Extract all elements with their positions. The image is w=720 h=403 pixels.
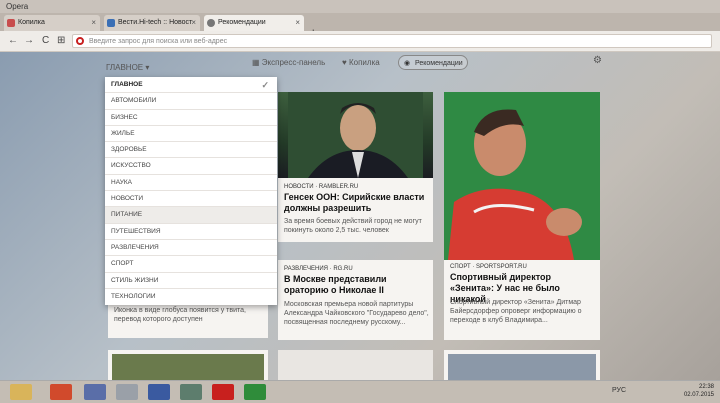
network-icon[interactable]	[148, 384, 170, 400]
grid-icon[interactable]: ⊞	[57, 35, 65, 46]
category-label: НАУКА	[111, 178, 132, 186]
chrome-icon[interactable]	[50, 384, 72, 400]
category-item-lifestyle[interactable]: СТИЛЬ ЖИЗНИ	[105, 273, 277, 289]
category-item-business[interactable]: БИЗНЕС	[105, 110, 277, 126]
eye-icon: ◉	[404, 60, 411, 67]
card-text: Московская премьера новой партитуры Алек…	[284, 301, 429, 326]
news-card-zenit[interactable]: СПОРТ · SPORTSPORT.RU Спортивный директо…	[444, 92, 600, 340]
category-label: РАЗВЛЕЧЕНИЯ	[111, 243, 159, 251]
category-item-auto[interactable]: АВТОМОБИЛИ	[105, 93, 277, 110]
category-label: ИСКУССТВО	[111, 162, 151, 170]
recommendations-button[interactable]: ◉ Рекомендации	[398, 55, 468, 70]
forward-button[interactable]: →	[24, 35, 34, 46]
opera-icon	[76, 37, 84, 45]
news-photo	[448, 354, 596, 380]
category-label: СТИЛЬ ЖИЗНИ	[111, 276, 159, 284]
category-item-entertainment[interactable]: РАЗВЛЕЧЕНИЯ	[105, 240, 277, 257]
opera-taskbar-icon[interactable]	[212, 384, 234, 400]
close-icon[interactable]: ×	[295, 15, 300, 31]
card-text: Спортивный директор «Зенита» Дитмар Байе…	[450, 299, 582, 324]
clock-date: 02.07.2015	[683, 392, 714, 398]
taskbar: РУС 22:38 02.07.2015	[0, 380, 720, 403]
card-meta: НОВОСТИ · RAMBLER.RU	[284, 184, 359, 190]
tab-label: Рекомендации	[218, 19, 266, 26]
category-item-science[interactable]: НАУКА	[105, 175, 277, 192]
card-text: За время боевых действий город не могут …	[284, 218, 422, 234]
mail-icon[interactable]	[84, 384, 106, 400]
news-photo	[444, 92, 600, 260]
card-title: В Москве представили ораторию о Николае …	[284, 274, 387, 295]
category-label: ЗДОРОВЬЕ	[111, 146, 147, 154]
clock[interactable]: 22:38 02.07.2015	[684, 383, 714, 399]
express-label: Экспресс-панель	[261, 58, 326, 67]
category-item-main[interactable]: ГЛАВНОЕ ✓	[105, 77, 277, 94]
checkmark-icon: ✓	[261, 80, 269, 90]
tab-bar: Копилка × Вести.Hi-tech :: Новост × Реко…	[0, 13, 720, 39]
category-label: АВТОМОБИЛИ	[111, 97, 157, 105]
back-button[interactable]: ←	[8, 35, 18, 46]
vesti-tab-icon	[107, 19, 115, 27]
man-in-suit-image	[288, 92, 423, 178]
category-label: БИЗНЕС	[111, 113, 138, 121]
category-item-travel[interactable]: ПУТЕШЕСТВИЯ	[105, 224, 277, 240]
calendar-icon[interactable]	[244, 384, 266, 400]
close-icon[interactable]: ×	[91, 15, 96, 31]
grid-icon: ▦	[252, 58, 262, 67]
piggy-link[interactable]: ♥ Копилка	[342, 58, 380, 67]
tab-piggy[interactable]: Копилка ×	[4, 15, 100, 31]
news-card-bottom-3[interactable]	[444, 350, 600, 380]
news-photo	[278, 92, 433, 178]
category-item-housing[interactable]: ЖИЛЬЕ	[105, 126, 277, 143]
news-card-bottom-2[interactable]	[278, 350, 433, 380]
close-icon[interactable]: ×	[191, 15, 196, 31]
category-item-news[interactable]: НОВОСТИ	[105, 191, 277, 208]
category-label: СПОРТ	[111, 260, 134, 268]
news-card-bottom-1[interactable]	[108, 350, 268, 380]
eye-tab-icon	[207, 19, 215, 27]
category-label: НОВОСТИ	[111, 195, 144, 203]
piggy-tab-icon	[7, 19, 15, 27]
window-title: Opera	[0, 0, 720, 13]
tab-vesti[interactable]: Вести.Hi-tech :: Новост ×	[104, 15, 200, 31]
piggy-label: Копилка	[348, 58, 380, 67]
url-placeholder: Введите запрос для поиска или веб-адрес	[89, 38, 228, 45]
news-card-un[interactable]: НОВОСТИ · RAMBLER.RU Генсек ООН: Сирийск…	[278, 92, 433, 242]
footballer-image	[444, 92, 600, 260]
document-icon[interactable]	[116, 384, 138, 400]
tab-label: Вести.Hi-tech :: Новост	[118, 19, 193, 26]
category-item-tech[interactable]: ТЕХНОЛОГИИ	[105, 289, 277, 305]
news-card-moscow[interactable]: РАЗВЛЕЧЕНИЯ · RG.RU В Москве представили…	[278, 260, 433, 340]
heart-icon: ♥	[342, 58, 349, 67]
category-item-art[interactable]: ИСКУССТВО	[105, 158, 277, 175]
news-photo	[278, 350, 433, 380]
card-meta: СПОРТ · SPORTSPORT.RU	[450, 264, 527, 270]
tab-recommendations[interactable]: Рекомендации ×	[204, 15, 304, 31]
folder-icon[interactable]	[10, 384, 32, 400]
category-label: ПУТЕШЕСТВИЯ	[111, 227, 161, 235]
clock-time: 22:38	[698, 384, 714, 390]
category-item-food[interactable]: ПИТАНИЕ	[105, 207, 277, 224]
category-label: ЖИЛЬЕ	[111, 129, 135, 137]
app-icon[interactable]	[180, 384, 202, 400]
card-text: Иконка в виде глобуса появится у твита, …	[114, 307, 246, 323]
category-label: ТЕХНОЛОГИИ	[111, 292, 156, 300]
news-photo	[112, 354, 264, 380]
category-dropdown: ГЛАВНОЕ ✓ АВТОМОБИЛИ БИЗНЕС ЖИЛЬЕ ЗДОРОВЬ…	[105, 77, 277, 305]
recommendations-label: Рекомендации	[415, 60, 463, 67]
language-indicator[interactable]: РУС	[612, 387, 626, 394]
tab-label: Копилка	[18, 19, 45, 26]
reload-button[interactable]: C	[42, 35, 49, 46]
category-item-health[interactable]: ЗДОРОВЬЕ	[105, 142, 277, 159]
address-bar: ← → C ⊞ Введите запрос для поиска или ве…	[0, 31, 720, 52]
gear-icon[interactable]: ⚙	[593, 55, 602, 66]
category-selector[interactable]: ГЛАВНОЕ ▾	[106, 63, 149, 72]
category-label: ПИТАНИЕ	[111, 211, 143, 219]
url-input[interactable]: Введите запрос для поиска или веб-адрес	[72, 34, 712, 48]
category-label: ГЛАВНОЕ	[111, 81, 143, 88]
card-title: Генсек ООН: Сирийские власти должны разр…	[284, 192, 425, 213]
card-meta: РАЗВЛЕЧЕНИЯ · RG.RU	[284, 266, 353, 272]
express-panel-link[interactable]: ▦ Экспресс-панель	[252, 58, 325, 67]
category-item-sport[interactable]: СПОРТ	[105, 256, 277, 273]
